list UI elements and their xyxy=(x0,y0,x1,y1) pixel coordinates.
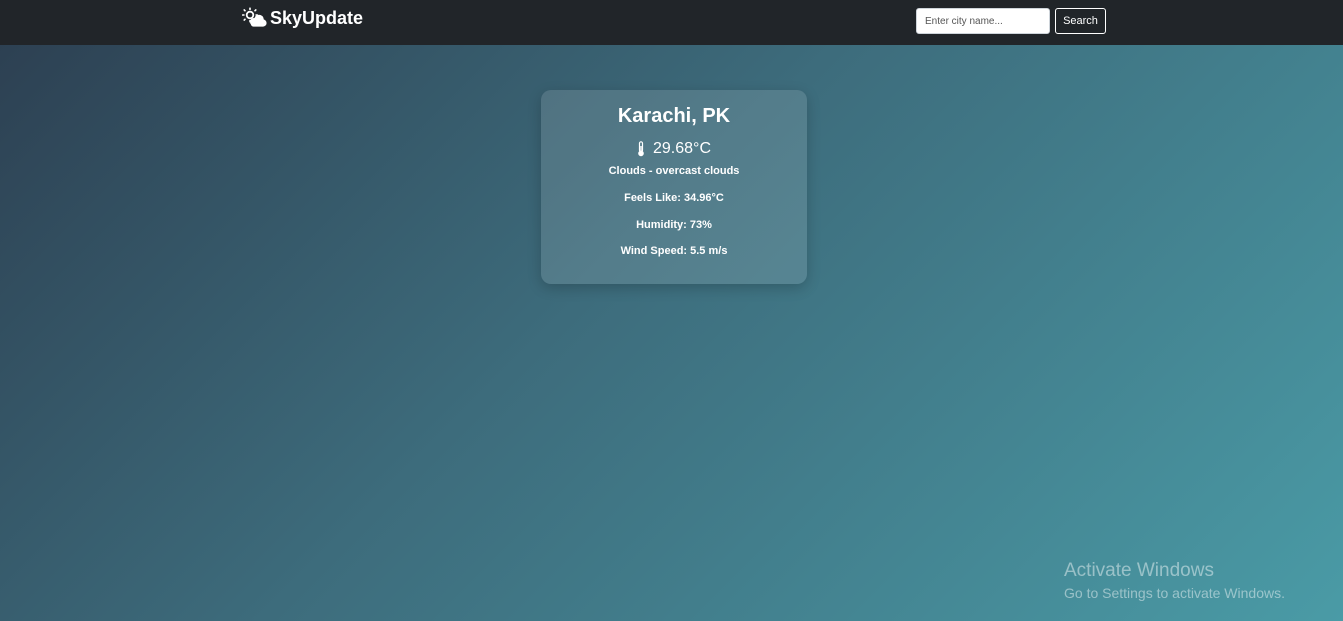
activate-windows-watermark: Activate Windows Go to Settings to activ… xyxy=(1064,560,1285,604)
search-form: Search xyxy=(916,8,1106,34)
search-button[interactable]: Search xyxy=(1055,8,1106,34)
temperature-value: 29.68°C xyxy=(653,140,711,157)
wind-speed: Wind Speed: 5.5 m/s xyxy=(620,245,728,257)
navbar: SkyUpdate Search xyxy=(0,0,1343,45)
humidity: Humidity: 73% xyxy=(636,219,712,231)
brand-link[interactable]: SkyUpdate xyxy=(241,6,363,30)
city-search-input[interactable] xyxy=(916,8,1050,34)
feels-like: Feels Like: 34.96°C xyxy=(624,192,724,204)
city-name: Karachi, PK xyxy=(617,105,731,127)
watermark-title: Activate Windows xyxy=(1064,560,1214,581)
temperature-row: 29.68°C xyxy=(541,139,807,159)
thermometer-icon xyxy=(637,141,645,157)
brand-name: SkyUpdate xyxy=(270,7,364,28)
weather-card: Karachi, PK 29.68°C Clouds - overcast cl… xyxy=(541,90,807,284)
sun-behind-cloud-icon xyxy=(241,7,267,29)
weather-description: Clouds - overcast clouds xyxy=(608,165,740,177)
watermark-subtitle: Go to Settings to activate Windows. xyxy=(1064,585,1285,601)
